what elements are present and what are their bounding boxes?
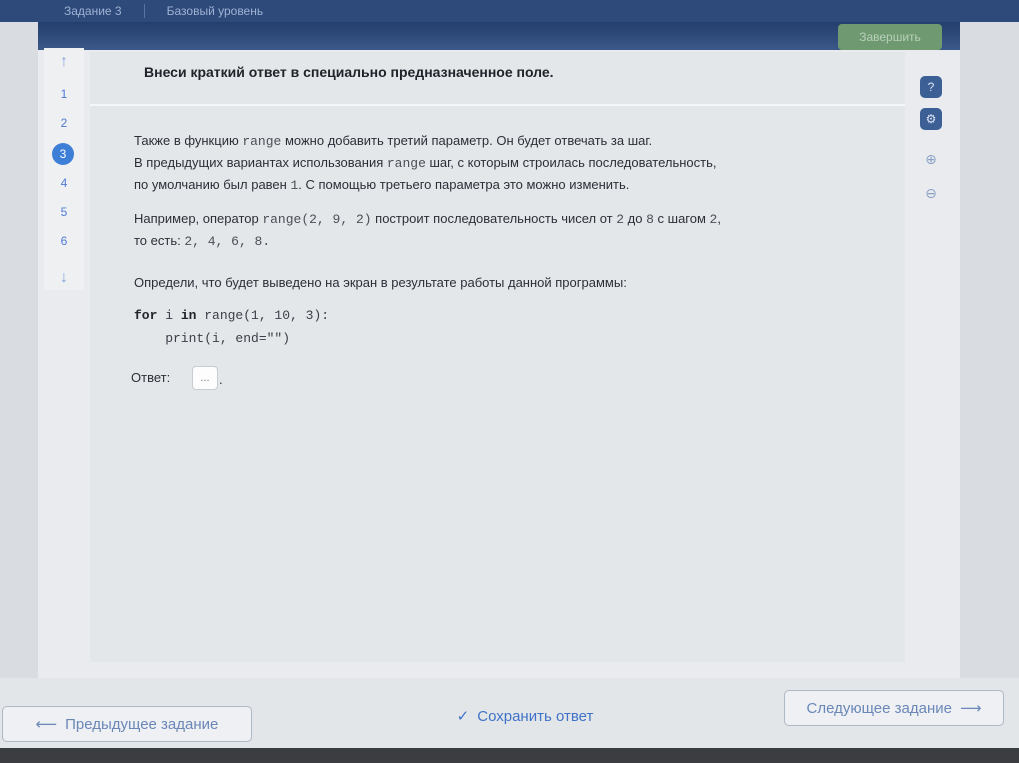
- paragraph-example: Например, оператор range(2, 9, 2) постро…: [134, 211, 721, 249]
- save-answer-button[interactable]: ✓ Сохранить ответ: [440, 702, 610, 730]
- question-text: Определи, что будет выведено на экран в …: [134, 275, 627, 290]
- nav-item-6[interactable]: 6: [44, 227, 84, 254]
- next-task-button[interactable]: Следующее задание ⟶: [784, 690, 1004, 726]
- top-bar: Задание 3 Базовый уровень: [0, 0, 1019, 22]
- nav-up-arrow-icon[interactable]: ↑: [44, 48, 84, 75]
- help-icon[interactable]: ?: [920, 76, 942, 98]
- finish-button[interactable]: Завершить: [838, 24, 942, 50]
- arrow-right-icon: ⟶: [959, 700, 982, 717]
- answer-period: .: [219, 372, 223, 387]
- paragraph-range-step: Также в функцию range можно добавить тре…: [134, 133, 717, 193]
- nav-item-2[interactable]: 2: [44, 109, 84, 136]
- zoom-in-icon[interactable]: ⊕: [920, 148, 942, 170]
- checkmark-icon: ✓: [456, 708, 470, 725]
- save-answer-label: Сохранить ответ: [477, 707, 594, 725]
- settings-icon[interactable]: ⚙: [920, 108, 942, 130]
- answer-input[interactable]: [192, 366, 218, 390]
- nav-item-4[interactable]: 4: [44, 169, 84, 196]
- zoom-out-icon[interactable]: ⊖: [920, 182, 942, 204]
- nav-item-5[interactable]: 5: [44, 198, 84, 225]
- previous-task-label: Предыдущее задание: [65, 715, 219, 733]
- task-number: Задание 3: [0, 4, 145, 18]
- arrow-left-icon: ⟵: [35, 716, 58, 733]
- previous-task-button[interactable]: ⟵ Предыдущее задание: [2, 706, 252, 742]
- header-strip: [38, 22, 960, 50]
- task-level: Базовый уровень: [166, 4, 264, 18]
- screen-bezel: [0, 748, 1019, 763]
- answer-label: Ответ:: [131, 370, 171, 385]
- nav-down-arrow-icon[interactable]: ↓: [44, 264, 84, 291]
- nav-item-1[interactable]: 1: [44, 80, 84, 107]
- task-instruction: Внеси краткий ответ в специально предназ…: [144, 64, 554, 80]
- code-block: for i in range(1, 10, 3): print(i, end="…: [134, 308, 330, 346]
- next-task-label: Следующее задание: [806, 699, 952, 717]
- nav-item-3[interactable]: 3: [52, 143, 74, 165]
- divider: [90, 104, 905, 106]
